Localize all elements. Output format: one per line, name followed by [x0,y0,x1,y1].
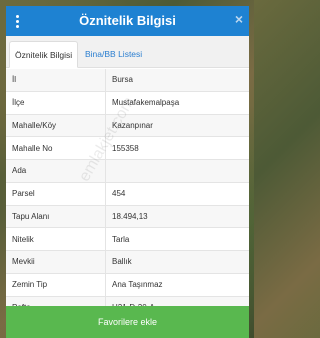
row-value: Kazanpınar [112,120,153,130]
row-value [106,160,112,182]
tab-attribute-info[interactable]: Öznitelik Bilgisi [9,41,79,68]
row-key: Zemin Tip [6,273,106,296]
row-key: Mahalle/Köy [6,114,106,137]
row-value: Mustafakemalpaşa [112,98,180,108]
attribute-table: İl Bursa İlçe Mustafakemalpaşa Mahalle/K… [6,69,249,320]
table-row: İl Bursa [6,69,249,92]
row-key: Parsel [6,182,106,205]
table-row: İlçe Mustafakemalpaşa [6,91,249,115]
row-value: 454 [112,189,126,199]
table-row: Parsel 454 [6,182,249,206]
row-key: Nitelik [6,228,106,250]
row-value: Ana Taşınmaz [112,280,163,290]
dialog-header: Öznitelik Bilgisi × [6,6,249,36]
row-key: Ada [6,160,106,182]
table-row: Nitelik Tarla [6,228,249,251]
row-value: Tarla [112,234,130,244]
dialog-title: Öznitelik Bilgisi [79,13,176,28]
table-row: Mevkii Ballık [6,251,249,274]
row-key: Mevkii [6,251,106,273]
row-value: Bursa [112,75,133,85]
row-value: 18.494,13 [112,211,148,221]
row-key: İl [6,69,106,91]
table-row: Tapu Alanı 18.494,13 [6,205,249,229]
row-key: Tapu Alanı [6,205,106,228]
close-icon[interactable]: × [235,12,243,26]
table-row: Ada [6,160,249,183]
row-key: İlçe [6,91,106,114]
row-value: Ballık [112,257,132,267]
tab-building-list[interactable]: Bina/BB Listesi [80,41,147,67]
attribute-info-dialog: Öznitelik Bilgisi × Öznitelik Bilgisi Bi… [6,6,249,338]
table-row: Mahalle No 155358 [6,137,249,160]
row-key: Mahalle No [6,137,106,159]
table-row: Mahalle/Köy Kazanpınar [6,114,249,138]
tab-bar: Öznitelik Bilgisi Bina/BB Listesi [6,36,249,68]
table-row: Zemin Tip Ana Taşınmaz [6,273,249,297]
row-value: 155358 [112,143,139,153]
add-to-favorites-button[interactable]: Favorilere ekle [6,306,249,338]
